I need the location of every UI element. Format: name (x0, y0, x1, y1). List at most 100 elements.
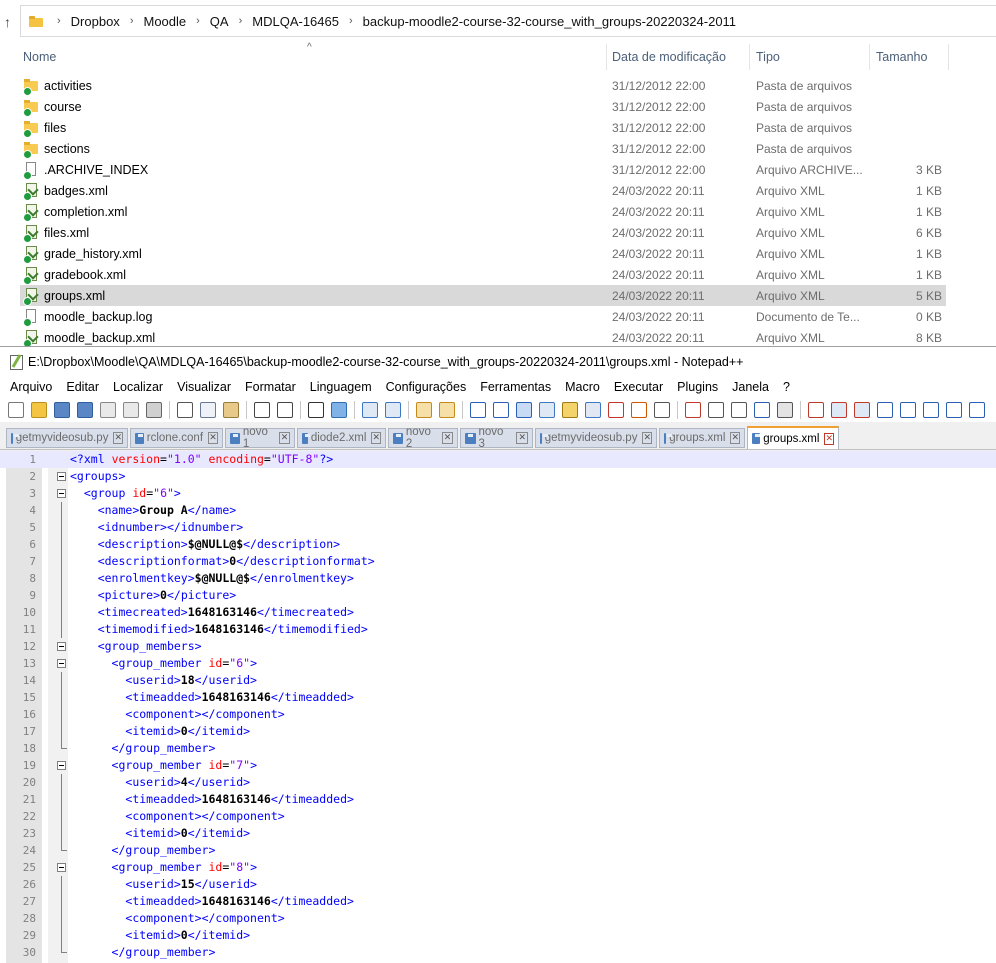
monitor-icon[interactable] (654, 401, 670, 418)
menu-item[interactable]: Visualizar (177, 380, 231, 394)
folder-workspace-icon[interactable] (608, 401, 624, 418)
column-header-name[interactable]: Nome (23, 50, 56, 64)
editor-tab[interactable]: diode2.xml ✕ (297, 428, 386, 448)
editor-tab[interactable]: getmyvideosub.py ✕ (6, 428, 128, 448)
file-row[interactable]: sections 31/12/2012 22:00 Pasta de arquivo… (0, 138, 996, 159)
new-file-icon[interactable] (8, 401, 24, 418)
column-header-size[interactable]: Tamanho (876, 50, 927, 64)
column-divider[interactable] (869, 44, 870, 70)
menu-item[interactable]: Arquivo (10, 380, 52, 394)
chevron-right-icon[interactable]: › (196, 15, 200, 27)
plugin-g-icon[interactable] (946, 401, 962, 418)
file-row[interactable]: .ARCHIVE_INDEX 31/12/2012 22:00 Arquivo AR… (0, 159, 996, 180)
sync-vertical-icon[interactable] (416, 401, 432, 418)
menu-item[interactable]: Localizar (113, 380, 163, 394)
plugin-h-icon[interactable] (969, 401, 985, 418)
find-icon[interactable] (308, 401, 324, 418)
map-icon[interactable] (562, 401, 578, 418)
file-row[interactable]: completion.xml 24/03/2022 20:11 Arquivo XM… (0, 201, 996, 222)
paste-icon[interactable] (223, 401, 239, 418)
close-all-icon[interactable] (123, 401, 139, 418)
menu-item[interactable]: Editar (66, 380, 99, 394)
breadcrumb-item[interactable]: Dropbox (71, 14, 120, 29)
code-editor[interactable]: 1 <?xml version="1.0" encoding="UTF-8"?> 2… (0, 451, 996, 963)
print-icon[interactable] (146, 401, 162, 418)
sync-horizontal-icon[interactable] (439, 401, 455, 418)
close-tab-icon[interactable]: ✕ (730, 432, 740, 444)
stop-macro-icon[interactable] (708, 401, 724, 418)
menu-item[interactable]: Plugins (677, 380, 718, 394)
chevron-right-icon[interactable]: › (349, 15, 353, 27)
copy-icon[interactable] (200, 401, 216, 418)
fold-toggle-icon[interactable] (57, 472, 66, 481)
editor-tab[interactable]: getmyvideosub.py ✕ (535, 428, 657, 448)
plugin-e-icon[interactable] (900, 401, 916, 418)
close-tab-icon[interactable]: ✕ (208, 432, 218, 444)
fold-toggle-icon[interactable] (57, 489, 66, 498)
column-header-date[interactable]: Data de modificação (612, 50, 726, 64)
file-row[interactable]: gradebook.xml 24/03/2022 20:11 Arquivo XML… (0, 264, 996, 285)
menu-item[interactable]: Formatar (245, 380, 296, 394)
close-icon[interactable] (100, 401, 116, 418)
file-row[interactable]: course 31/12/2012 22:00 Pasta de arquivos (0, 96, 996, 117)
save-macro-icon[interactable] (777, 401, 793, 418)
save-icon[interactable] (54, 401, 70, 418)
chevron-right-icon[interactable]: › (239, 15, 243, 27)
editor-tab[interactable]: novo 3 ✕ (460, 426, 533, 450)
editor-tab[interactable]: novo 1 ✕ (225, 426, 295, 450)
file-row[interactable]: files.xml 24/03/2022 20:11 Arquivo XML 6 KB (0, 222, 996, 243)
menu-item[interactable]: ? (783, 380, 790, 394)
word-wrap-icon[interactable] (470, 401, 486, 418)
open-file-icon[interactable] (31, 401, 47, 418)
column-header-type[interactable]: Tipo (756, 50, 780, 64)
indent-guide-icon[interactable] (516, 401, 532, 418)
plugin-c-icon[interactable] (854, 401, 870, 418)
column-divider[interactable] (749, 44, 750, 70)
menu-item[interactable]: Executar (614, 380, 663, 394)
function-list-icon[interactable] (585, 401, 601, 418)
undo-icon[interactable] (254, 401, 270, 418)
save-all-icon[interactable] (77, 401, 93, 418)
cut-icon[interactable] (177, 401, 193, 418)
file-row[interactable]: grade_history.xml 24/03/2022 20:11 Arquivo… (0, 243, 996, 264)
file-row[interactable]: moodle_backup.xml 24/03/2022 20:11 Arquivo… (0, 327, 996, 348)
breadcrumb[interactable]: › Dropbox › Moodle › QA › MDLQA-16465 › … (20, 5, 996, 37)
editor-tab[interactable]: novo 2 ✕ (388, 426, 458, 450)
plugin-f-icon[interactable] (923, 401, 939, 418)
close-tab-icon[interactable]: ✕ (642, 432, 652, 444)
plugin-d-icon[interactable] (877, 401, 893, 418)
plugin-b-icon[interactable] (831, 401, 847, 418)
menu-item[interactable]: Ferramentas (480, 380, 551, 394)
breadcrumb-item[interactable]: Moodle (143, 14, 186, 29)
close-tab-icon[interactable]: ✕ (113, 432, 123, 444)
replace-icon[interactable] (331, 401, 347, 418)
show-all-chars-icon[interactable] (493, 401, 509, 418)
close-tab-icon[interactable]: ✕ (279, 432, 290, 444)
file-row[interactable]: groups.xml 24/03/2022 20:11 Arquivo XML 5 K… (0, 285, 996, 306)
udl-icon[interactable] (539, 401, 555, 418)
close-tab-icon[interactable]: ✕ (371, 432, 381, 444)
close-tab-icon[interactable]: ✕ (824, 432, 834, 445)
file-row[interactable]: badges.xml 24/03/2022 20:11 Arquivo XML 1 K… (0, 180, 996, 201)
column-divider[interactable] (948, 44, 949, 70)
file-row[interactable]: activities 31/12/2012 22:00 Pasta de arqui… (0, 75, 996, 96)
editor-tab[interactable]: groups.xml ✕ (747, 426, 839, 449)
menu-item[interactable]: Macro (565, 380, 600, 394)
editor-tab[interactable]: groups.xml ✕ (659, 428, 745, 448)
record-macro-icon[interactable] (685, 401, 701, 418)
column-divider[interactable] (606, 44, 607, 70)
close-tab-icon[interactable]: ✕ (442, 432, 453, 444)
up-arrow-icon[interactable]: ↑ (4, 14, 11, 30)
run-macro-multiple-icon[interactable] (754, 401, 770, 418)
fold-toggle-icon[interactable] (57, 659, 66, 668)
zoom-in-icon[interactable] (362, 401, 378, 418)
breadcrumb-item[interactable]: QA (210, 14, 229, 29)
file-row[interactable]: files 31/12/2012 22:00 Pasta de arquivos (0, 117, 996, 138)
fold-toggle-icon[interactable] (57, 642, 66, 651)
chevron-right-icon[interactable]: › (130, 15, 134, 27)
fold-toggle-icon[interactable] (57, 863, 66, 872)
fold-toggle-icon[interactable] (57, 761, 66, 770)
menu-item[interactable]: Configurações (386, 380, 467, 394)
menu-item[interactable]: Linguagem (310, 380, 372, 394)
file-row[interactable]: moodle_backup.log 24/03/2022 20:11 Documen… (0, 306, 996, 327)
